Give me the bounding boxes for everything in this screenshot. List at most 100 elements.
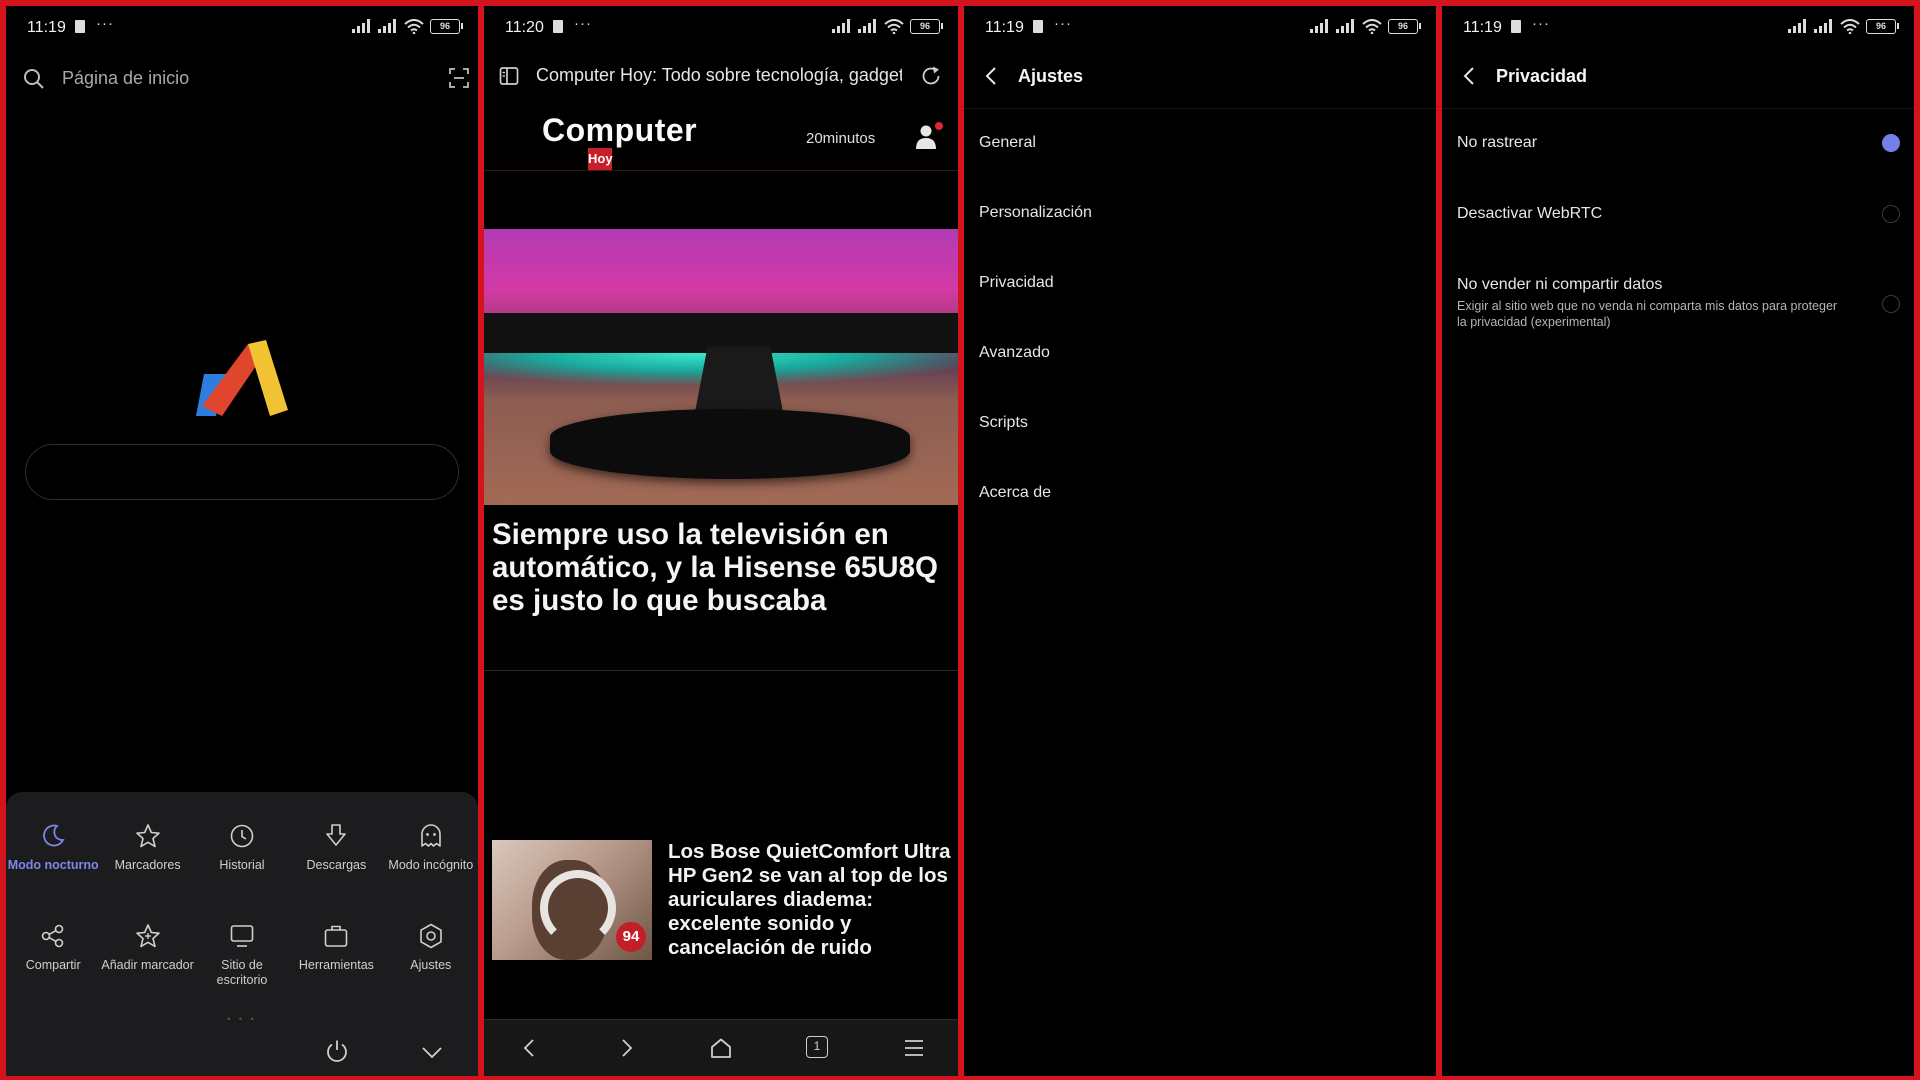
- settings-item-about[interactable]: Acerca de: [979, 484, 1051, 502]
- wifi-icon: [1840, 18, 1860, 34]
- more-notifications-indicator: ···: [1054, 15, 1072, 32]
- signal-icon: [1310, 19, 1328, 33]
- partner-logo[interactable]: 20minutos: [806, 130, 875, 147]
- wifi-icon: [884, 18, 904, 34]
- search-icon: [24, 69, 44, 89]
- status-time: 11:19: [27, 19, 66, 36]
- status-icons: 96: [352, 18, 463, 34]
- desktop-site-label: Sitio de escritorio: [216, 958, 268, 987]
- disable-webrtc-radio[interactable]: [1882, 205, 1900, 223]
- signal-icon: [1788, 19, 1806, 33]
- incognito-button[interactable]: Modo incógnito: [384, 822, 478, 900]
- status-icons: 96: [1788, 18, 1899, 34]
- share-label: Compartir: [25, 958, 81, 972]
- desktop-site-button[interactable]: Sitio de escritorio: [195, 922, 289, 1000]
- more-notifications-indicator: ···: [574, 15, 592, 32]
- divider: [1442, 108, 1914, 109]
- night-mode-label: Modo nocturno: [7, 858, 99, 872]
- add-bookmark-label: Añadir marcador: [101, 958, 194, 972]
- battery-icon: 96: [1866, 18, 1899, 34]
- article-card-title[interactable]: Los Bose QuietComfort Ultra HP Gen2 se v…: [668, 840, 952, 960]
- option-title: No vender ni compartir datos: [1457, 276, 1663, 293]
- settings-button[interactable]: Ajustes: [384, 922, 478, 1000]
- download-icon: [326, 824, 347, 846]
- site-logo[interactable]: Computer: [542, 112, 697, 149]
- page-indicator: • • •: [227, 1014, 257, 1024]
- article-hero-image[interactable]: [484, 229, 958, 505]
- downloads-label: Descargas: [306, 858, 367, 872]
- star-icon: [135, 824, 160, 848]
- scan-icon[interactable]: [448, 67, 470, 89]
- night-mode-button[interactable]: Modo nocturno: [6, 822, 100, 900]
- quick-search-box[interactable]: [25, 444, 459, 500]
- clock-icon: [230, 824, 254, 848]
- home-icon[interactable]: [709, 1036, 733, 1060]
- tools-button[interactable]: Herramientas: [289, 922, 383, 1000]
- ghost-icon: [420, 824, 441, 847]
- menu-icon[interactable]: [902, 1036, 926, 1060]
- back-arrow-icon[interactable]: [1462, 66, 1476, 86]
- signal-icon: [858, 19, 876, 33]
- add-bookmark-button[interactable]: Añadir marcador: [100, 922, 194, 1000]
- url-text[interactable]: Computer Hoy: Todo sobre tecnología, gad…: [536, 65, 902, 86]
- privacy-option-do-not-sell[interactable]: No vender ni compartir datos Exigir al s…: [1457, 276, 1847, 330]
- share-icon: [41, 924, 64, 948]
- browser-page-panel: 11:20 ··· 96 Computer Hoy: Todo sobre te…: [484, 6, 958, 1076]
- battery-icon: 96: [910, 18, 943, 34]
- incognito-label: Modo incógnito: [388, 858, 474, 872]
- signal-icon: [352, 19, 370, 33]
- settings-item-general[interactable]: General: [979, 134, 1036, 152]
- status-icons: 96: [832, 18, 943, 34]
- search-bar[interactable]: Página de inicio: [20, 61, 470, 95]
- settings-item-privacy[interactable]: Privacidad: [979, 274, 1054, 292]
- do-not-track-radio[interactable]: [1882, 134, 1900, 152]
- privacy-option-do-not-track[interactable]: No rastrear: [1457, 134, 1847, 152]
- chevron-down-icon[interactable]: [420, 1042, 444, 1062]
- user-icon[interactable]: [914, 124, 938, 150]
- signal-icon: [378, 19, 396, 33]
- monitor-icon: [230, 925, 254, 947]
- status-time: 11:20: [505, 19, 544, 36]
- more-notifications-indicator: ···: [96, 15, 114, 32]
- signal-icon: [1814, 19, 1832, 33]
- share-button[interactable]: Compartir: [6, 922, 100, 1000]
- browser-home-panel: 11:19 ··· 96 Página de inicio Modo noctu…: [6, 6, 478, 1076]
- privacy-panel: 11:19 ··· 96 Privacidad No rastrear Desa…: [1442, 6, 1914, 1076]
- divider: [964, 108, 1436, 109]
- do-not-sell-radio[interactable]: [1882, 295, 1900, 313]
- option-description: Exigir al sitio web que no venda ni comp…: [1457, 299, 1838, 329]
- power-icon[interactable]: [324, 1038, 350, 1064]
- reader-mode-icon[interactable]: [498, 65, 520, 87]
- moon-icon: [43, 824, 65, 847]
- settings-item-advanced[interactable]: Avanzado: [979, 344, 1050, 362]
- back-arrow-icon[interactable]: [984, 66, 998, 86]
- notification-dot: [935, 122, 943, 130]
- bookmarks-label: Marcadores: [114, 858, 181, 872]
- article-headline[interactable]: Siempre uso la televisión en automático,…: [492, 518, 942, 617]
- forward-icon[interactable]: [614, 1036, 638, 1060]
- reload-icon[interactable]: [920, 65, 942, 87]
- status-bar: 11:20 ··· 96: [484, 6, 958, 44]
- browser-logo-icon: [196, 340, 288, 416]
- toolbox-icon: [325, 925, 348, 947]
- history-button[interactable]: Historial: [195, 822, 289, 900]
- settings-item-scripts[interactable]: Scripts: [979, 414, 1028, 432]
- article-thumbnail[interactable]: 94: [492, 840, 652, 960]
- address-bar[interactable]: Computer Hoy: Todo sobre tecnología, gad…: [484, 56, 958, 96]
- page-title: Privacidad: [1496, 66, 1588, 86]
- option-title: No rastrear: [1457, 134, 1538, 151]
- settings-label: Ajustes: [410, 958, 452, 972]
- more-notifications-indicator: ···: [1532, 15, 1550, 32]
- divider: [484, 670, 958, 671]
- downloads-button[interactable]: Descargas: [289, 822, 383, 900]
- settings-header: Ajustes: [964, 56, 1436, 96]
- browser-bottom-bar: 1: [484, 1019, 958, 1076]
- site-header: Computer Hoy 20minutos: [484, 102, 958, 171]
- back-icon[interactable]: [518, 1036, 542, 1060]
- wifi-icon: [1362, 18, 1382, 34]
- site-logo-badge: Hoy: [588, 148, 613, 170]
- tabs-counter-button[interactable]: 1: [806, 1036, 828, 1058]
- privacy-option-disable-webrtc[interactable]: Desactivar WebRTC: [1457, 205, 1847, 223]
- bookmarks-button[interactable]: Marcadores: [100, 822, 194, 900]
- settings-item-personalization[interactable]: Personalización: [979, 204, 1092, 222]
